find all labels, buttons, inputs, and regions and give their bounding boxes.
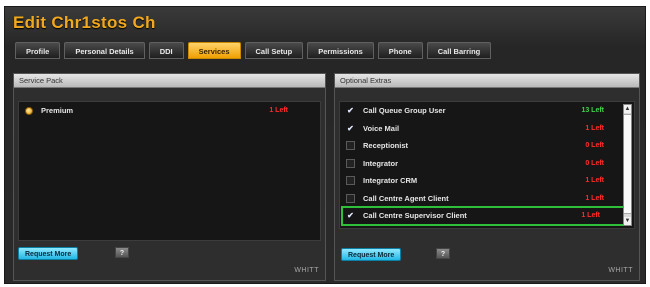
remaining-count: 1 Left [581,212,600,220]
remaining-count: 1 Left [269,107,288,115]
extra-label: Call Centre Supervisor Client [363,211,467,221]
vertical-scrollbar[interactable]: ▲ ▼ [623,104,632,226]
list-item[interactable]: Integrator 0 Left [340,155,634,173]
extra-label: Call Queue Group User [363,106,446,116]
request-more-button[interactable]: Request More [18,247,79,260]
service-pack-list: Premium 1 Left [18,101,321,241]
extra-label: Integrator CRM [363,176,418,186]
tab-call-setup[interactable]: Call Setup [244,42,304,59]
tab-services[interactable]: Services [187,42,241,59]
edit-user-window: Edit Chr1stos Ch Profile Personal Detail… [4,6,646,284]
optional-extras-list: ✔ Call Queue Group User 13 Left ✔ Voice … [339,101,635,229]
extra-label: Call Centre Agent Client [363,193,449,203]
checkbox-icon[interactable] [346,158,355,168]
remaining-count: 1 Left [585,177,604,185]
checkbox-icon[interactable] [346,176,355,186]
radio-selected-icon[interactable] [25,106,33,115]
tab-phone[interactable]: Phone [377,42,423,59]
service-pack-label: Premium [41,106,74,116]
list-item[interactable]: Receptionist 0 Left [340,137,634,155]
tab-permissions[interactable]: Permissions [307,42,374,59]
service-pack-panel: Service Pack Premium 1 Left Request More… [13,73,326,281]
list-item-highlighted[interactable]: ✔ Call Centre Supervisor Client 1 Left [341,206,631,226]
extra-label: Voice Mail [363,123,400,133]
checkmark-icon[interactable]: ✔ [346,211,355,220]
tab-bar: Profile Personal Details DDI Services Ca… [15,42,492,60]
list-item[interactable]: Call Centre Agent Client 1 Left [340,190,634,208]
scroll-up-icon[interactable]: ▲ [624,105,631,113]
window-title: Edit Chr1stos Ch [13,13,156,32]
service-pack-header: Service Pack [14,74,325,88]
tab-call-barring[interactable]: Call Barring [426,42,492,59]
checkmark-icon[interactable]: ✔ [346,106,355,115]
checkmark-icon[interactable]: ✔ [346,124,355,133]
brand-watermark: WHITT [294,267,319,274]
help-button[interactable]: ? [115,247,129,258]
scroll-thumb[interactable] [624,114,631,214]
optional-extras-header: Optional Extras [335,74,639,88]
checkbox-icon[interactable] [346,193,355,203]
tab-ddi[interactable]: DDI [148,42,184,59]
optional-extras-panel: Optional Extras ✔ Call Queue Group User … [334,73,640,281]
list-item[interactable]: Premium 1 Left [19,102,320,120]
scroll-down-icon[interactable]: ▼ [624,217,631,225]
list-item[interactable]: Integrator CRM 1 Left [340,172,634,190]
remaining-count: 1 Left [585,124,604,132]
tab-profile[interactable]: Profile [15,42,61,59]
help-button[interactable]: ? [436,248,450,259]
list-item[interactable]: ✔ Voice Mail 1 Left [340,120,634,138]
brand-watermark: WHITT [608,267,633,274]
extra-label: Integrator [363,158,399,168]
checkbox-icon[interactable] [346,141,355,151]
remaining-count: 1 Left [585,194,604,202]
tab-personal-details[interactable]: Personal Details [64,42,145,59]
extra-label: Receptionist [363,141,409,151]
request-more-button[interactable]: Request More [341,248,402,261]
remaining-count: 13 Left [581,107,604,115]
remaining-count: 0 Left [585,142,604,150]
remaining-count: 0 Left [585,159,604,167]
list-item[interactable]: ✔ Call Queue Group User 13 Left [340,102,634,120]
